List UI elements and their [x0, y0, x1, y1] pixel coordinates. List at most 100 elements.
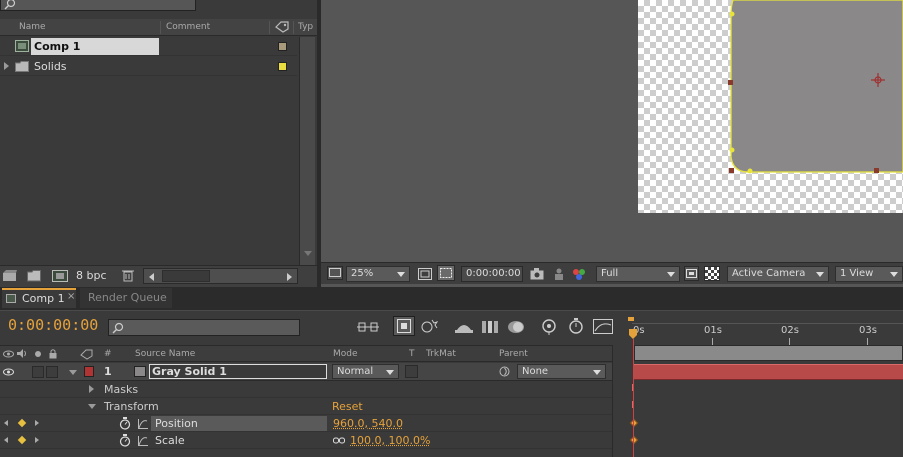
scale-keyframe[interactable] — [629, 435, 639, 445]
hide-shy-layers-icon[interactable] — [455, 320, 473, 334]
bit-depth-button[interactable]: 8 bpc — [76, 269, 107, 282]
property-value[interactable]: 100.0, 100.0% — [350, 434, 430, 447]
reset-link[interactable]: Reset — [332, 400, 363, 413]
layer-name[interactable]: Gray Solid 1 — [149, 364, 327, 379]
masks-label: Masks — [104, 383, 139, 396]
header-source-name[interactable]: Source Name — [135, 349, 195, 359]
visibility-eye-icon[interactable] — [3, 368, 14, 376]
channel-icon[interactable] — [572, 268, 586, 280]
gray-solid-layer[interactable] — [638, 0, 903, 213]
project-scrollbar[interactable] — [299, 37, 315, 265]
zoom-dropdown[interactable]: 25% — [346, 266, 410, 282]
safe-margins-icon[interactable] — [418, 268, 432, 280]
always-preview-button[interactable] — [327, 266, 343, 280]
auto-keyframe-stopwatch-icon[interactable] — [568, 318, 584, 334]
stopwatch-icon[interactable] — [119, 417, 131, 430]
draft-3d-icon[interactable] — [420, 318, 438, 334]
column-type[interactable]: Typ — [298, 22, 316, 32]
region-of-interest-button[interactable] — [684, 266, 699, 281]
tab-comp1[interactable]: Comp 1 × — [2, 288, 76, 308]
column-comment[interactable]: Comment — [166, 22, 210, 32]
work-area-bar[interactable] — [634, 345, 903, 361]
comp-tab-icon — [6, 294, 16, 303]
property-name: Scale — [155, 434, 185, 447]
viewer-timecode[interactable]: 0:00:00:00 — [461, 266, 523, 282]
ruler-label: 03s — [859, 325, 877, 336]
stopwatch-icon[interactable] — [119, 434, 131, 447]
composition-viewer: 25% 0:00:00:00 Full Active Camera 1 View — [321, 0, 903, 287]
masks-group[interactable]: Masks — [0, 381, 628, 398]
property-value[interactable]: 960.0, 540.0 — [333, 417, 403, 430]
expand-triangle-icon[interactable] — [4, 62, 9, 70]
frame-blending-icon[interactable] — [481, 319, 499, 335]
time-ruler[interactable]: 0s 01s 02s 03s — [628, 317, 903, 345]
composition-icon — [15, 40, 29, 52]
trash-icon[interactable] — [122, 269, 134, 282]
search-icon — [4, 0, 16, 10]
lock-toggle[interactable] — [46, 366, 58, 378]
next-keyframe-icon[interactable] — [35, 437, 39, 443]
layer-row[interactable]: 1 Gray Solid 1 Normal None — [0, 363, 628, 381]
project-columns-header: Name Comment Typ — [0, 19, 317, 36]
graph-icon[interactable] — [138, 419, 148, 429]
trkmat-toggle[interactable] — [405, 365, 418, 378]
layer-duration-bar[interactable] — [634, 364, 903, 380]
timeline-search-input[interactable] — [108, 319, 300, 336]
project-search-input[interactable] — [0, 0, 196, 11]
label-color-swatch[interactable] — [278, 62, 287, 71]
tab-label: Comp 1 — [22, 292, 65, 305]
column-name[interactable]: Name — [19, 22, 46, 32]
close-tab-icon[interactable]: × — [67, 291, 75, 302]
mask-visibility-button[interactable] — [437, 265, 455, 281]
add-keyframe-icon[interactable] — [17, 418, 27, 428]
transform-group[interactable]: Transform Reset — [0, 398, 628, 415]
parent-pickwhip-icon[interactable] — [499, 366, 510, 377]
prev-keyframe-icon[interactable] — [4, 420, 8, 426]
constrain-proportions-icon[interactable] — [333, 437, 345, 445]
camera-dropdown[interactable]: Active Camera — [727, 266, 829, 282]
project-item-comp1[interactable]: Comp 1 — [0, 37, 297, 56]
blend-mode-dropdown[interactable]: Normal — [332, 364, 399, 379]
audio-toggle[interactable] — [32, 366, 44, 378]
label-color-swatch[interactable] — [278, 42, 287, 51]
project-panel: Name Comment Typ Comp 1 Solids 8 bpc — [0, 0, 317, 287]
parent-dropdown[interactable]: None — [517, 364, 606, 379]
add-keyframe-icon[interactable] — [17, 435, 27, 445]
motion-blur-icon[interactable] — [507, 319, 525, 335]
search-icon — [112, 322, 124, 334]
tab-render-queue[interactable]: Render Queue — [80, 288, 172, 308]
label-tag-icon[interactable] — [275, 21, 289, 33]
timeline-divider[interactable] — [612, 345, 628, 457]
header-parent: Parent — [499, 349, 528, 359]
live-update-button[interactable] — [393, 316, 415, 336]
transparency-grid-button[interactable] — [704, 266, 720, 281]
new-composition-icon[interactable] — [52, 270, 68, 282]
comp-mini-flowchart-icon[interactable] — [357, 320, 379, 334]
new-folder-icon[interactable] — [27, 270, 41, 282]
brainstorm-icon[interactable] — [540, 319, 558, 335]
graph-editor-icon[interactable] — [593, 319, 613, 335]
header-t: T — [409, 349, 415, 359]
expand-layer-icon[interactable] — [69, 370, 77, 375]
timeline-timecode[interactable]: 0:00:00:00 — [8, 316, 98, 334]
layer-label-color[interactable] — [84, 366, 94, 377]
snapshot-camera-icon[interactable] — [530, 268, 544, 280]
graph-icon[interactable] — [138, 436, 148, 446]
next-keyframe-icon[interactable] — [35, 420, 39, 426]
show-snapshot-icon[interactable] — [553, 268, 565, 280]
expand-masks-icon[interactable] — [89, 385, 94, 393]
prev-keyframe-icon[interactable] — [4, 437, 8, 443]
monitor-icon — [329, 268, 341, 277]
project-item-solids[interactable]: Solids — [0, 57, 297, 76]
expand-transform-icon[interactable] — [88, 404, 96, 409]
resolution-dropdown[interactable]: Full — [596, 266, 680, 282]
interpret-footage-icon[interactable] — [2, 270, 18, 282]
property-row-scale[interactable]: Scale 100.0, 100.0% — [0, 432, 628, 449]
horizontal-scrollbar[interactable] — [143, 268, 298, 284]
view-layout-dropdown[interactable]: 1 View — [835, 266, 903, 282]
position-keyframe[interactable] — [629, 418, 639, 428]
header-number: # — [104, 349, 112, 359]
mask-icon — [440, 268, 452, 278]
work-area-start-handle[interactable] — [628, 317, 634, 321]
property-row-position[interactable]: Position 960.0, 540.0 — [0, 415, 628, 432]
